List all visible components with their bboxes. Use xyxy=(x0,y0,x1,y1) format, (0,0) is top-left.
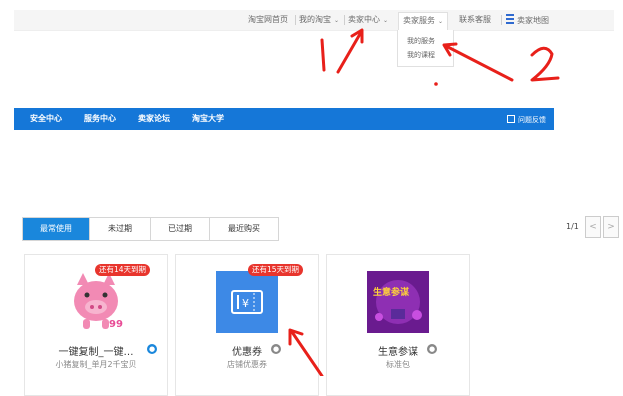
annotation-overlay xyxy=(288,28,560,376)
annotation-dot xyxy=(434,82,438,86)
arrow-to-coupon xyxy=(290,330,324,376)
arrow-to-seller-center xyxy=(336,32,362,74)
annotation-one-stroke xyxy=(320,38,326,72)
annotation-two-stroke xyxy=(530,46,560,82)
arrow-to-my-services xyxy=(444,44,514,82)
